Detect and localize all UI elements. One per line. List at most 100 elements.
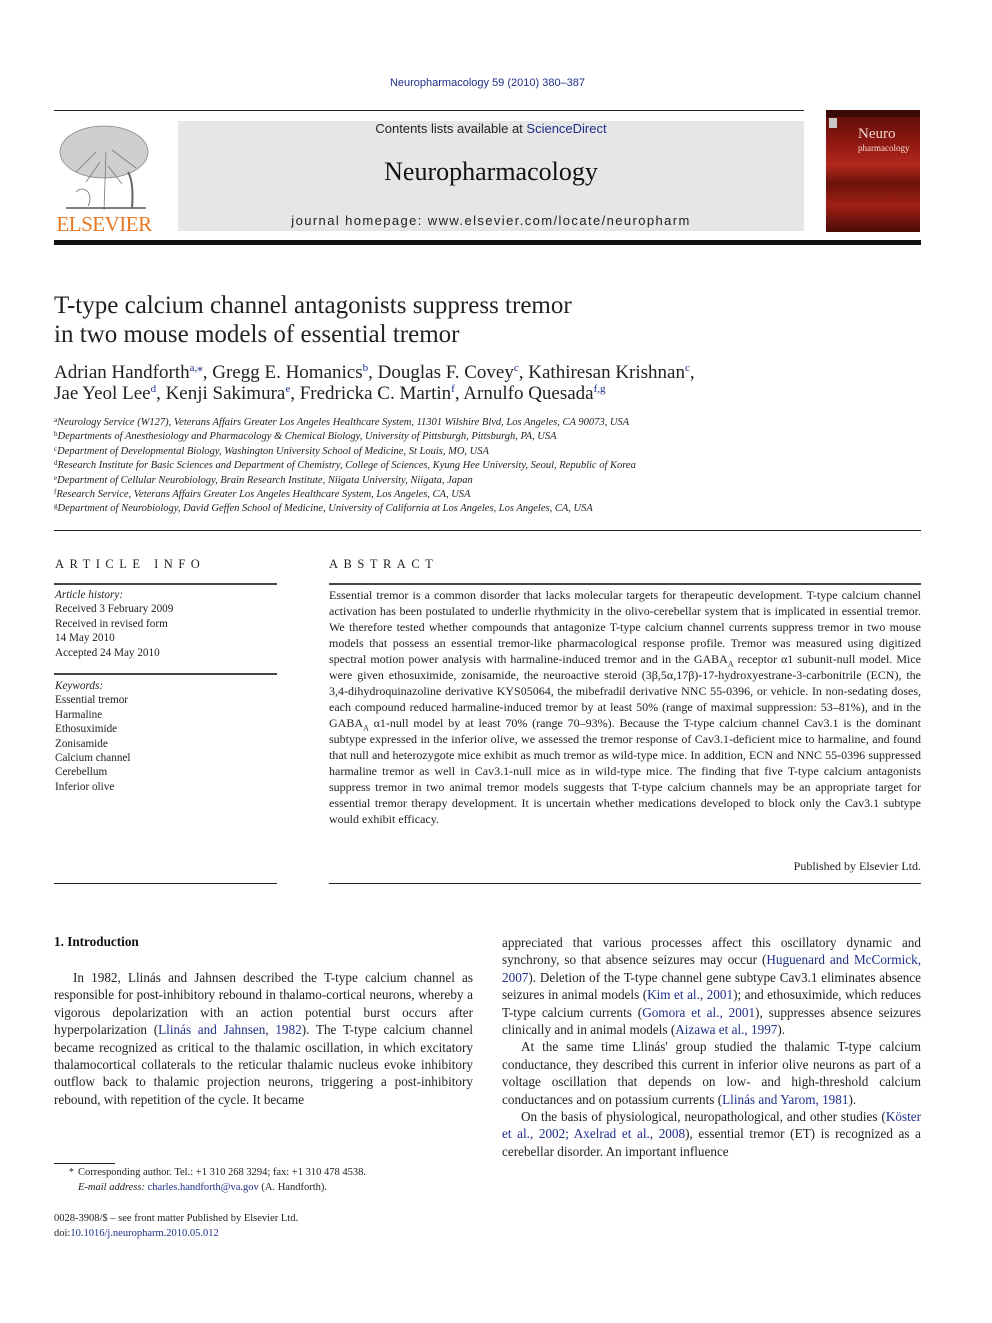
author-name: Douglas F. Covey [377, 362, 514, 383]
footnote-email-line: E-mail address: charles.handforth@va.gov… [54, 1180, 484, 1195]
journal-reference[interactable]: Neuropharmacology 59 (2010) 380–387 [0, 77, 975, 89]
abstract-end-rule [329, 883, 921, 884]
author-separator: , [202, 362, 213, 383]
email-link[interactable]: charles.handforth@va.gov [148, 1182, 259, 1193]
affiliation-marker[interactable]: f,g [594, 383, 606, 395]
title-line-1: T-type calcium channel antagonists suppr… [54, 292, 572, 319]
history-item: Accepted 24 May 2010 [55, 646, 160, 659]
cover-elsevier-badge [829, 118, 837, 128]
footnote-rule [54, 1163, 115, 1164]
elsevier-wordmark: ELSEVIER [56, 212, 152, 236]
email-suffix: (A. Handforth). [258, 1182, 327, 1193]
cover-title-2: pharmacology [858, 143, 910, 153]
keyword-item: Cerebellum [55, 766, 108, 779]
abstract-rule [329, 583, 921, 585]
affiliation-item: eDepartment of Cellular Neurobiology, Br… [54, 474, 934, 488]
citation-link[interactable]: Aizawa et al., 1997 [675, 1022, 777, 1037]
body-column-right: appreciated that various processes affec… [502, 934, 921, 1160]
corresponding-author-footnote: * Corresponding author. Tel.: +1 310 268 … [54, 1165, 484, 1195]
doi-line: doi:10.1016/j.neuropharm.2010.05.012 [54, 1226, 484, 1241]
journal-masthead: Contents lists available at ScienceDirec… [178, 121, 804, 231]
sciencedirect-link[interactable]: ScienceDirect [526, 121, 606, 136]
keyword-item: Ethosuximide [55, 723, 118, 736]
abstract-publisher: Published by Elsevier Ltd. [793, 859, 921, 873]
history-item: 14 May 2010 [55, 632, 115, 645]
text-run: ). [777, 1022, 786, 1038]
tree-icon [59, 125, 149, 211]
history-item: Received in revised form [55, 617, 168, 630]
journal-homepage[interactable]: journal homepage: www.elsevier.com/locat… [178, 213, 804, 228]
paragraph: In 1982, Llinás and Jahnsen described th… [54, 969, 473, 1108]
title-line-2: in two mouse models of essential tremor [54, 321, 460, 348]
doi-prefix: doi: [54, 1228, 71, 1239]
body-column-left: In 1982, Llinás and Jahnsen described th… [54, 969, 473, 1108]
contents-line: Contents lists available at ScienceDirec… [178, 121, 804, 136]
paragraph: appreciated that various processes affec… [502, 934, 921, 1038]
author-separator: , [689, 362, 695, 383]
author-line-1: Adrian Handfortha,⁎, Gregg E. Homanicsb,… [54, 362, 934, 383]
abstract-heading: ABSTRACT [329, 557, 439, 571]
text-run: On the basis of physiological, neuropath… [521, 1109, 886, 1125]
citation-link[interactable]: Gomora et al., 2001 [642, 1005, 755, 1020]
author-name: Arnulfo Quesada [463, 383, 594, 404]
article-info-rule [54, 583, 277, 585]
author-separator: , [518, 362, 529, 383]
affiliation-item: bDepartments of Anesthesiology and Pharm… [54, 430, 934, 444]
cover-top-stripe [826, 110, 920, 117]
header-thick-rule [54, 240, 921, 245]
cover-title-1: Neuro [858, 126, 896, 142]
abstract-text: Essential tremor is a common disorder th… [329, 587, 921, 827]
footnote-marker: * [68, 1167, 74, 1178]
keyword-item: Zonisamide [55, 737, 108, 750]
keywords-label: Keywords: [55, 680, 104, 692]
affiliation-item: aNeurology Service (W127), Veterans Affa… [54, 416, 934, 430]
paragraph: On the basis of physiological, neuropath… [502, 1108, 921, 1160]
citation-link[interactable]: Llinás and Jahnsen, 1982 [158, 1022, 302, 1037]
affiliation-text: Department of Neurobiology, David Geffen… [57, 503, 593, 515]
paragraph: At the same time Llinás' group studied t… [502, 1038, 921, 1108]
citation-link[interactable]: Kim et al., 2001 [647, 987, 733, 1002]
affiliation-item: cDepartment of Developmental Biology, Wa… [54, 445, 934, 459]
front-matter-info: 0028-3908/$ – see front matter Published… [54, 1211, 484, 1241]
article-info-heading: ARTICLE INFO [55, 557, 206, 571]
author-name: Adrian Handforth [54, 362, 190, 383]
doi-link[interactable]: 10.1016/j.neuropharm.2010.05.012 [70, 1228, 218, 1239]
keywords-rule [54, 673, 277, 675]
affiliation-text: Department of Cellular Neurobiology, Bra… [57, 474, 473, 486]
journal-name: Neuropharmacology [384, 157, 598, 186]
author-separator: , [368, 362, 378, 383]
affiliation-text: Neurology Service (W127), Veterans Affai… [57, 417, 630, 428]
article-title: T-type calcium channel antagonists suppr… [54, 291, 794, 349]
elsevier-logo: ELSEVIER [54, 120, 154, 236]
text-run: ). [848, 1091, 857, 1107]
affiliation-text: Department of Developmental Biology, Was… [57, 445, 489, 457]
keyword-item: Inferior olive [55, 780, 115, 793]
affiliation-marker[interactable]: a,⁎ [190, 362, 203, 374]
affiliation-text: Research Institute for Basic Sciences an… [57, 460, 636, 472]
author-name: Kenji Sakimura [165, 383, 286, 404]
keywords-list: Keywords: Essential tremor Harmaline Eth… [55, 679, 277, 794]
email-label: E-mail address: [78, 1182, 145, 1193]
text-run: At the same time Llinás' group studied t… [502, 1039, 921, 1107]
author-name: Kathiresan Krishnan [528, 362, 685, 383]
author-name: Jae Yeol Lee [54, 383, 151, 404]
footnote-text: Corresponding author. Tel.: +1 310 268 3… [78, 1167, 366, 1178]
affiliation-text: Departments of Anesthesiology and Pharma… [57, 431, 557, 443]
affiliation-list: aNeurology Service (W127), Veterans Affa… [54, 416, 934, 517]
author-list: Adrian Handfortha,⁎, Gregg E. Homanicsb,… [54, 362, 934, 404]
citation-link[interactable]: Llinás and Yarom, 1981 [722, 1092, 848, 1107]
article-history: Article history: Received 3 February 200… [55, 588, 277, 660]
history-item: Received 3 February 2009 [55, 603, 174, 616]
keyword-item: Essential tremor [55, 694, 129, 707]
footnote-line: * Corresponding author. Tel.: +1 310 268 … [54, 1165, 484, 1180]
keyword-item: Calcium channel [55, 752, 131, 765]
header-rule [54, 110, 804, 111]
author-separator: , [156, 383, 166, 404]
affiliation-item: fResearch Service, Veterans Affairs Grea… [54, 488, 934, 502]
keyword-item: Harmaline [55, 708, 103, 721]
article-info-end-rule [54, 883, 277, 884]
author-name: Fredricka C. Martin [299, 383, 452, 404]
affiliation-item: dResearch Institute for Basic Sciences a… [54, 459, 934, 473]
affiliation-item: gDepartment of Neurobiology, David Geffe… [54, 502, 934, 516]
contents-prefix: Contents lists available at [375, 121, 527, 136]
